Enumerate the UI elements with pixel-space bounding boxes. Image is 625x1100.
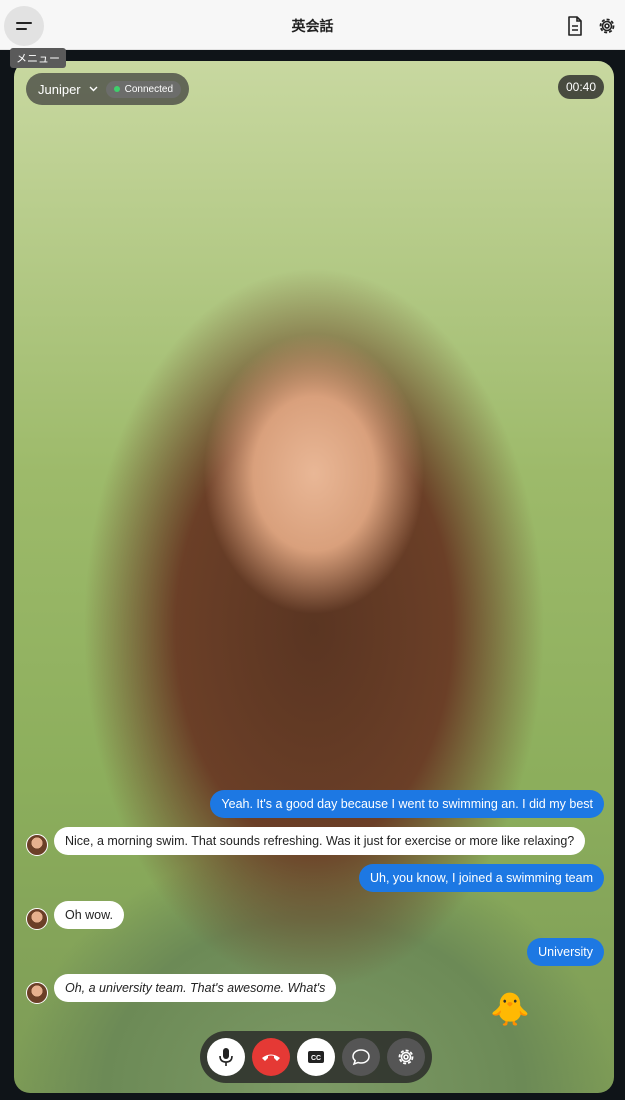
document-button[interactable]: [564, 15, 586, 37]
app-header: 英会話: [0, 0, 625, 50]
chevron-down-icon: [89, 86, 98, 92]
caller-selector[interactable]: Juniper Connected: [26, 73, 190, 105]
chat-message-assistant: Nice, a morning swim. That sounds refres…: [54, 827, 586, 855]
hang-up-icon: [262, 1054, 280, 1061]
chat-message-assistant: Oh, a university team. That's awesome. W…: [54, 974, 337, 1002]
microphone-icon: [219, 1048, 233, 1066]
connection-status-text: Connected: [124, 83, 174, 95]
chat-message-assistant: Oh wow.: [54, 901, 124, 929]
chat-message-user: Uh, you know, I joined a swimming team: [358, 864, 604, 892]
call-timer: 00:40: [557, 75, 604, 99]
microphone-button[interactable]: [207, 1038, 245, 1076]
captions-button[interactable]: CC: [297, 1038, 335, 1076]
assistant-avatar: [26, 834, 48, 856]
document-icon: [568, 16, 582, 36]
captions-icon: CC: [308, 1051, 324, 1063]
chat-icon: [352, 1049, 370, 1066]
end-call-button[interactable]: [252, 1038, 290, 1076]
assistant-avatar: [26, 982, 48, 1004]
gear-icon: [398, 1049, 414, 1065]
chick-emoji-icon: 🐥: [490, 991, 530, 1027]
chat-button[interactable]: [342, 1038, 380, 1076]
chat-message-user: University: [527, 938, 604, 966]
caller-name: Juniper: [38, 81, 81, 97]
gear-icon: [599, 18, 615, 34]
connection-status-badge: Connected: [105, 80, 182, 98]
video-feed: Juniper Connected 00:40 Yeah. It's a goo…: [14, 61, 614, 1093]
call-settings-button[interactable]: [387, 1038, 425, 1076]
svg-text:CC: CC: [311, 1055, 321, 1062]
status-dot-icon: [113, 86, 120, 92]
menu-tooltip: メニュー: [10, 48, 66, 68]
assistant-avatar: [26, 908, 48, 930]
app-title: 英会話: [291, 18, 334, 34]
chat-message-user: Yeah. It's a good day because I went to …: [210, 790, 604, 818]
call-controls-bar: CC: [200, 1031, 432, 1083]
settings-button[interactable]: [596, 15, 618, 37]
